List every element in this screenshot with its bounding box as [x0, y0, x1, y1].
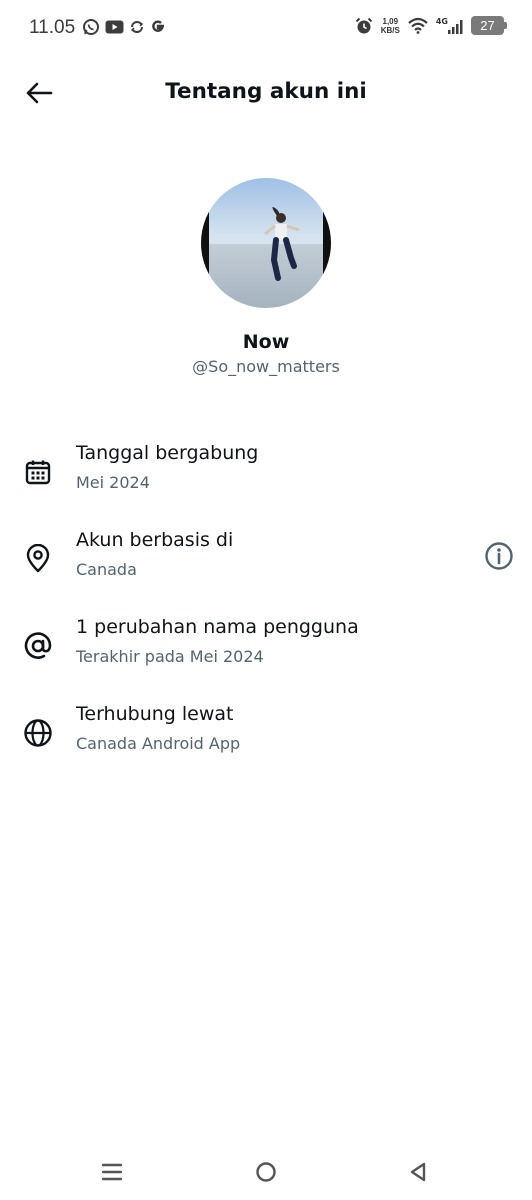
alarm-icon — [355, 17, 372, 33]
info-icon — [485, 542, 513, 570]
menu-icon — [101, 1163, 123, 1181]
row-subtitle: Canada — [76, 560, 137, 579]
wifi-icon — [408, 17, 428, 34]
back-triangle-icon — [410, 1162, 426, 1182]
status-time: 11.05 — [29, 17, 76, 38]
recent-apps-button[interactable] — [97, 1158, 127, 1186]
location-pin-icon — [22, 543, 54, 575]
status-bar: 11.05 1,09 KB/S 4G 27 — [0, 0, 532, 58]
system-nav-bar — [0, 1144, 532, 1200]
home-button[interactable] — [251, 1158, 281, 1186]
network-speed: 1,09 KB/S — [380, 16, 400, 35]
row-title: Tanggal bergabung — [76, 442, 259, 464]
info-row-join-date: Tanggal bergabung Mei 2024 — [0, 442, 532, 522]
info-button[interactable] — [484, 541, 514, 571]
whatsapp-icon — [83, 19, 99, 35]
back-nav-button[interactable] — [403, 1158, 433, 1186]
globe-icon — [22, 717, 54, 749]
signal-bars-icon — [448, 19, 463, 34]
home-circle-icon — [256, 1162, 276, 1182]
info-row-username-changes: 1 perubahan nama pengguna Terakhir pada … — [0, 616, 532, 696]
sync-icon — [130, 21, 144, 33]
notification-icons — [82, 18, 166, 36]
cell-signal: 4G — [436, 17, 463, 35]
page-title: Tentang akun ini — [165, 79, 367, 104]
row-title: Akun berbasis di — [76, 529, 234, 551]
avatar[interactable] — [201, 178, 331, 308]
youtube-icon — [105, 20, 124, 34]
row-subtitle: Terakhir pada Mei 2024 — [76, 647, 264, 666]
avatar-photo — [201, 178, 331, 308]
calendar-icon — [22, 456, 54, 488]
row-title: 1 perubahan nama pengguna — [76, 616, 359, 638]
row-subtitle: Mei 2024 — [76, 473, 150, 492]
google-icon — [152, 20, 164, 32]
info-row-connected-via: Terhubung lewat Canada Android App — [0, 703, 532, 783]
system-icons: 1,09 KB/S 4G 27 — [355, 16, 507, 35]
row-title: Terhubung lewat — [76, 703, 234, 725]
top-app-bar: Tentang akun ini — [0, 64, 532, 122]
at-sign-icon — [22, 630, 54, 662]
battery-indicator: 27 — [471, 16, 507, 35]
profile-handle: @So_now_matters — [192, 357, 340, 376]
row-subtitle: Canada Android App — [76, 734, 241, 753]
info-row-based-in: Akun berbasis di Canada — [0, 529, 532, 609]
profile-name: Now — [242, 331, 290, 353]
